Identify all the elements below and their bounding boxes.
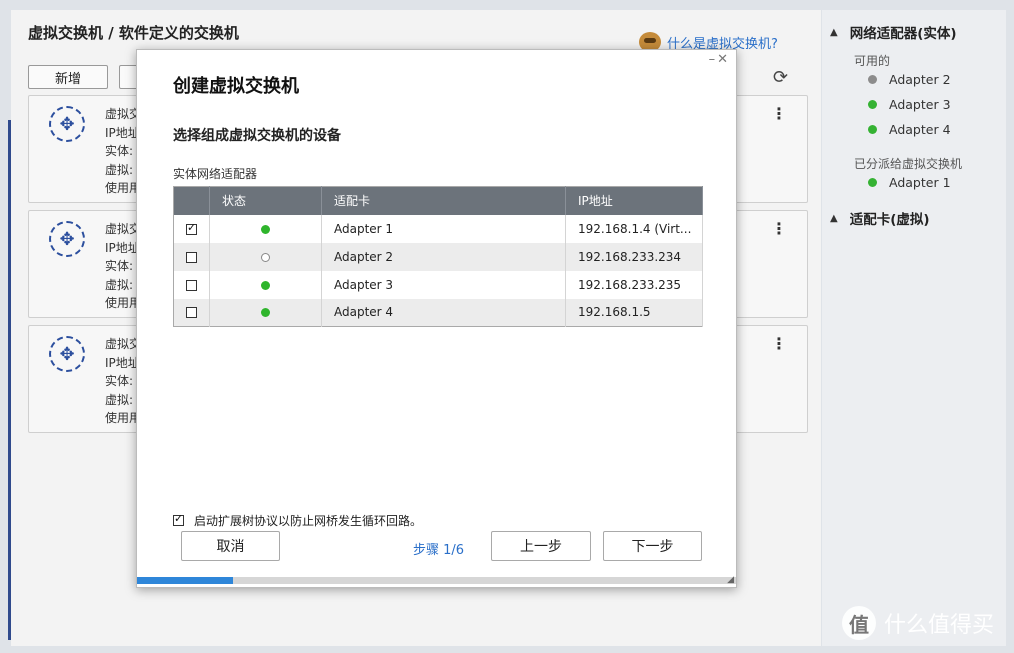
row-checkbox-cell[interactable] bbox=[173, 242, 210, 271]
refresh-icon[interactable]: ⟳ bbox=[773, 67, 788, 88]
adapter-item[interactable]: Adapter 4 bbox=[868, 122, 951, 137]
new-button[interactable]: 新增 bbox=[28, 65, 108, 89]
adapter-name: Adapter 4 bbox=[889, 122, 951, 137]
switch-icon: ✥ bbox=[49, 221, 85, 257]
status-dot-icon bbox=[868, 178, 877, 187]
adapter-cell: Adapter 4 bbox=[321, 298, 566, 327]
stp-label: 启动扩展树协议以防止网桥发生循环回路。 bbox=[194, 514, 423, 528]
status-dot-icon bbox=[868, 100, 877, 109]
cancel-button[interactable]: 取消 bbox=[181, 531, 280, 561]
checkbox[interactable] bbox=[186, 221, 197, 235]
adapter-table: 状态 适配卡 IP地址 Adapter 1 192.168.1.4 (Virt.… bbox=[173, 186, 703, 327]
switch-icon: ✥ bbox=[49, 106, 85, 142]
switch-icon: ✥ bbox=[49, 336, 85, 372]
status-cell bbox=[209, 242, 322, 271]
adapter-name: Adapter 1 bbox=[889, 175, 951, 190]
resize-handle-icon[interactable]: ◢ bbox=[727, 575, 734, 585]
row-checkbox-cell[interactable] bbox=[173, 298, 210, 327]
status-dot-icon bbox=[868, 125, 877, 134]
step-indicator: 步骤 1/6 bbox=[413, 543, 465, 558]
progress-fill bbox=[137, 577, 233, 584]
adapter-cell: Adapter 1 bbox=[321, 214, 566, 243]
table-label: 实体网络适配器 bbox=[173, 167, 258, 181]
status-dot-icon bbox=[261, 308, 270, 318]
status-dot-icon bbox=[261, 252, 270, 262]
adapter-item[interactable]: Adapter 3 bbox=[868, 97, 951, 112]
more-options-icon[interactable]: ⋮ bbox=[771, 219, 787, 238]
adapter-name: Adapter 2 bbox=[889, 72, 951, 87]
assigned-label: 已分派给虚拟交换机 bbox=[854, 157, 963, 171]
table-header-row: 状态 适配卡 IP地址 bbox=[173, 186, 703, 215]
progress-bar bbox=[137, 577, 736, 584]
status-dot-icon bbox=[868, 75, 877, 84]
checkbox[interactable] bbox=[186, 279, 197, 291]
app-frame: 虚拟交换机 / 软件定义的交换机 什么是虚拟交换机? 新增 ⟳ ✥ 虚拟交 IP… bbox=[0, 0, 1014, 653]
previous-button[interactable]: 上一步 bbox=[491, 531, 591, 561]
right-panel: ▲ 网络适配器(实体) 可用的 Adapter 2 Adapter 3 Adap… bbox=[822, 10, 1006, 646]
physical-adapters-label: 网络适配器(实体) bbox=[849, 26, 957, 42]
virtual-adapters-label: 适配卡(虚拟) bbox=[849, 212, 930, 228]
virtual-adapters-header[interactable]: ▲ 适配卡(虚拟) bbox=[830, 208, 930, 228]
table-row[interactable]: Adapter 1 192.168.1.4 (Virt... bbox=[173, 214, 703, 243]
column-select bbox=[173, 186, 210, 215]
row-checkbox-cell[interactable] bbox=[173, 270, 210, 299]
adapter-name: Adapter 3 bbox=[889, 97, 951, 112]
physical-adapters-header[interactable]: ▲ 网络适配器(实体) bbox=[830, 22, 957, 42]
table-row[interactable]: Adapter 3 192.168.233.235 bbox=[173, 270, 703, 299]
page-title: 虚拟交换机 / 软件定义的交换机 bbox=[28, 24, 239, 42]
more-options-icon[interactable]: ⋮ bbox=[771, 334, 787, 353]
checkbox[interactable] bbox=[186, 307, 197, 319]
ip-cell: 192.168.1.4 (Virt... bbox=[565, 214, 703, 243]
row-checkbox-cell[interactable] bbox=[173, 214, 210, 243]
collapse-triangle-icon: ▲ bbox=[830, 26, 838, 38]
create-switch-dialog: –✕ 创建虚拟交换机 选择组成虚拟交换机的设备 实体网络适配器 状态 适配卡 I… bbox=[136, 49, 737, 588]
column-adapter[interactable]: 适配卡 bbox=[321, 186, 566, 215]
status-dot-icon bbox=[261, 280, 270, 290]
stp-option[interactable]: 启动扩展树协议以防止网桥发生循环回路。 bbox=[173, 512, 422, 529]
watermark-logo-icon: 值 bbox=[842, 606, 876, 640]
checkbox[interactable] bbox=[186, 251, 197, 263]
close-icon[interactable]: ✕ bbox=[717, 52, 730, 67]
column-ip[interactable]: IP地址 bbox=[565, 186, 703, 215]
stp-checkbox[interactable] bbox=[173, 512, 184, 526]
window-controls: –✕ bbox=[709, 52, 730, 67]
dialog-title: 创建虚拟交换机 bbox=[173, 76, 299, 97]
adapter-item[interactable]: Adapter 2 bbox=[868, 72, 951, 87]
ip-cell: 192.168.1.5 bbox=[565, 298, 703, 327]
status-cell bbox=[209, 270, 322, 299]
adapter-cell: Adapter 2 bbox=[321, 242, 566, 271]
minimize-icon[interactable]: – bbox=[709, 52, 718, 67]
watermark-text: 什么值得买 bbox=[884, 613, 995, 638]
dialog-subtitle: 选择组成虚拟交换机的设备 bbox=[173, 128, 341, 144]
table-row[interactable]: Adapter 2 192.168.233.234 bbox=[173, 242, 703, 271]
status-cell bbox=[209, 214, 322, 243]
status-dot-icon bbox=[261, 224, 270, 234]
adapter-cell: Adapter 3 bbox=[321, 270, 566, 299]
table-row[interactable]: Adapter 4 192.168.1.5 bbox=[173, 298, 703, 327]
available-label: 可用的 bbox=[854, 54, 891, 68]
column-status[interactable]: 状态 bbox=[209, 186, 322, 215]
more-options-icon[interactable]: ⋮ bbox=[771, 104, 787, 123]
watermark: 值 什么值得买 bbox=[842, 606, 994, 640]
collapse-triangle-icon: ▲ bbox=[830, 212, 838, 224]
ip-cell: 192.168.233.234 bbox=[565, 242, 703, 271]
next-button[interactable]: 下一步 bbox=[603, 531, 702, 561]
ip-cell: 192.168.233.235 bbox=[565, 270, 703, 299]
status-cell bbox=[209, 298, 322, 327]
adapter-item[interactable]: Adapter 1 bbox=[868, 175, 951, 190]
